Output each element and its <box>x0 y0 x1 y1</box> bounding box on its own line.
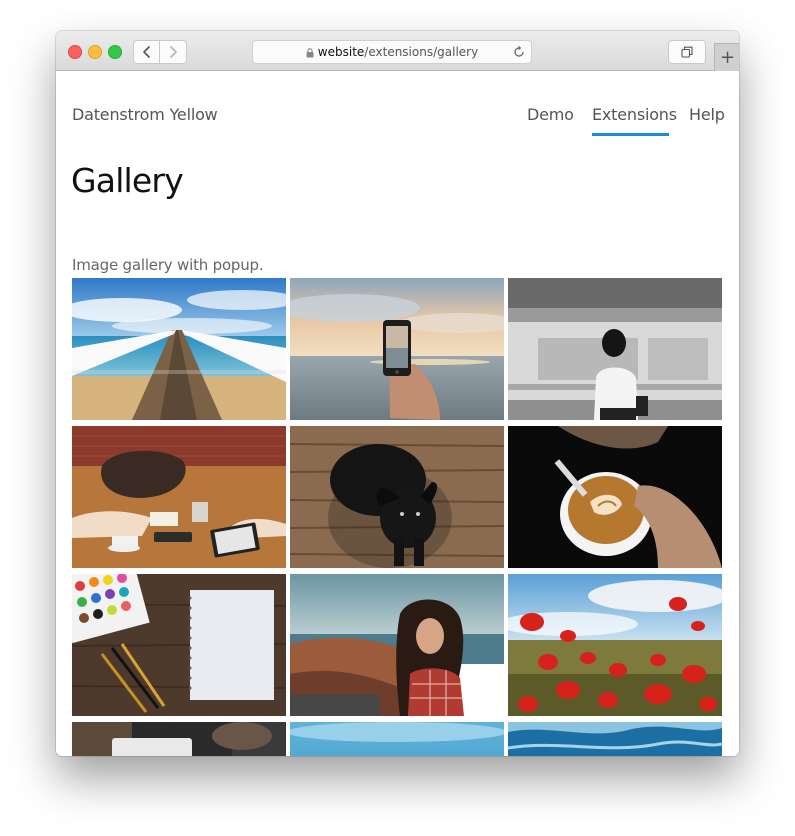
active-nav-indicator <box>592 133 669 136</box>
chevron-left-icon <box>142 46 150 58</box>
gallery-image-black-puppy[interactable] <box>290 426 504 568</box>
nav-item-demo[interactable]: Demo <box>527 105 574 124</box>
gallery-image-desk-meeting[interactable] <box>72 426 286 568</box>
history-buttons <box>133 40 187 64</box>
address-bar[interactable]: website/extensions/gallery <box>252 40 532 64</box>
site-name[interactable]: Datenstrom Yellow <box>72 105 218 124</box>
gallery-image-phone-sunset[interactable] <box>290 278 504 420</box>
gallery-image-paints-notebook[interactable] <box>72 574 286 716</box>
gallery-image-pier[interactable] <box>72 278 286 420</box>
page-title: Gallery <box>71 161 184 200</box>
new-tab-button[interactable]: + <box>714 43 739 71</box>
gallery-image-ocean-waves[interactable] <box>508 722 722 756</box>
minimize-window-button[interactable] <box>88 45 102 59</box>
gallery-image-poppy-field[interactable] <box>508 574 722 716</box>
nav-item-help[interactable]: Help <box>689 105 725 124</box>
gallery-image-laptop-desk[interactable] <box>72 722 286 756</box>
show-tabs-button[interactable] <box>668 40 706 64</box>
back-button[interactable] <box>134 41 159 63</box>
reload-button[interactable] <box>513 45 525 63</box>
page-description: Image gallery with popup. <box>72 256 264 274</box>
tabs-icon <box>681 46 693 58</box>
page-content: Datenstrom Yellow Demo Extensions Help G… <box>56 71 739 756</box>
gallery-image-blue-sky[interactable] <box>290 722 504 756</box>
chevron-right-icon <box>169 46 177 58</box>
zoom-window-button[interactable] <box>108 45 122 59</box>
nav-item-extensions[interactable]: Extensions <box>592 105 677 124</box>
plus-icon: + <box>719 47 736 68</box>
browser-window: website/extensions/gallery + Datenstrom … <box>56 31 739 756</box>
url-path: /extensions/gallery <box>364 45 479 59</box>
close-window-button[interactable] <box>68 45 82 59</box>
gallery-image-woman-coast[interactable] <box>290 574 504 716</box>
gallery-image-subway[interactable] <box>508 278 722 420</box>
url-text: website/extensions/gallery <box>253 45 531 59</box>
forward-button[interactable] <box>160 41 185 63</box>
reload-icon <box>514 45 524 57</box>
browser-toolbar: website/extensions/gallery + <box>56 31 739 71</box>
url-domain: website <box>317 45 365 59</box>
gallery-image-latte-art[interactable] <box>508 426 722 568</box>
lock-icon <box>306 47 314 57</box>
